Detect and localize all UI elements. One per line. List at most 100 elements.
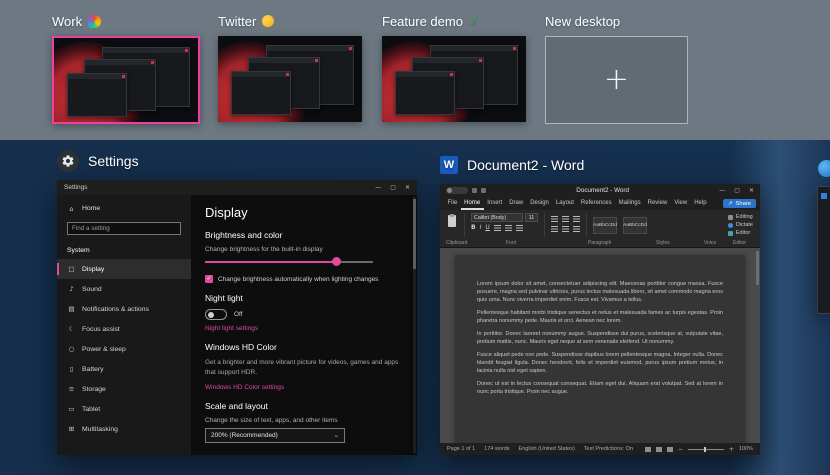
sidebar-item-sound: ♪ Sound <box>57 279 191 299</box>
desktop-twitter[interactable]: Twitter <box>218 10 362 122</box>
scale-heading: Scale and layout <box>205 401 403 411</box>
zoom-level: 100% <box>739 446 753 452</box>
night-light-settings-link: Night light settings <box>205 325 403 332</box>
doc-paragraph: In porttitor. Donec laoreet nonummy augu… <box>477 331 723 347</box>
paragraph-group <box>551 213 580 237</box>
partial-window[interactable] <box>812 160 830 330</box>
paste-icon <box>448 215 456 227</box>
share-icon: ↗ <box>728 201 733 207</box>
toggle-off-icon <box>205 309 227 320</box>
scale-label: Change the size of text, apps, and other… <box>205 417 403 424</box>
scale-dropdown: 200% (Recommended) ⌄ <box>205 428 345 443</box>
word-window-header[interactable]: W Document2 - Word <box>440 154 760 176</box>
sound-icon: ♪ <box>67 285 76 293</box>
display-icon: □ <box>67 265 76 273</box>
ribbon-content: Calibri (Body) 11 B I U <box>440 210 760 239</box>
settings-body: ⌂ Home System □ Display ♪ Sound ▤ <box>57 195 417 455</box>
italic-icon: I <box>480 225 482 231</box>
sidebar-item-label: Tablet <box>82 406 100 413</box>
mini-window <box>231 71 291 115</box>
word-statusbar: Page 1 of 1 174 words English (United St… <box>440 443 760 455</box>
zoom-slider <box>688 449 724 450</box>
home-label: Home <box>82 205 100 212</box>
settings-window-header[interactable]: Settings <box>57 150 417 172</box>
focus-assist-icon: ☾ <box>67 325 76 333</box>
status-predictions: Text Predictions: On <box>584 446 633 452</box>
partial-window-thumbnail[interactable] <box>817 186 830 314</box>
tablet-icon: ▭ <box>67 405 76 413</box>
font-color-icon <box>516 225 523 231</box>
window-controls: — ▢ ✕ <box>719 187 754 194</box>
numbering-icon <box>562 216 569 222</box>
minimize-icon: — <box>719 187 725 194</box>
desktop-twitter-thumbnail[interactable] <box>218 36 362 122</box>
zoom-in-icon: + <box>729 446 734 453</box>
ribbon-divider <box>544 213 545 237</box>
settings-window: Settings Settings — ▢ ✕ ⌂ Home Syste <box>57 150 417 455</box>
night-light-state: Off <box>234 311 243 318</box>
sidebar-section-system: System <box>57 244 191 259</box>
desktop-work-label[interactable]: Work <box>52 10 200 32</box>
desktop-twitter-label[interactable]: Twitter <box>218 10 362 32</box>
word-window-title: Document2 - Word <box>467 157 584 173</box>
word-titlebar: Document2 - Word — ▢ ✕ <box>440 184 760 197</box>
desktop-work[interactable]: Work <box>52 10 200 124</box>
highlight-icon <box>505 225 512 231</box>
tab-review: Review <box>644 197 671 210</box>
tab-insert: Insert <box>484 197 506 210</box>
editor-icon <box>728 231 733 236</box>
doc-paragraph: Pellentesque habitant morbi tristique se… <box>477 310 723 326</box>
window-controls: — ▢ ✕ <box>375 184 410 191</box>
scrollbar-thumb <box>413 199 416 269</box>
mini-window <box>67 73 127 117</box>
mini-window <box>395 71 455 115</box>
editor-label: Editor <box>736 230 750 236</box>
auto-brightness-label: Change brightness automatically when lig… <box>218 276 378 283</box>
group-label-font: Font <box>506 240 516 246</box>
ribbon-right-stack: Editing Dictate Editor <box>728 213 755 237</box>
font-size-box: 11 <box>525 213 538 222</box>
editor-button: Editor <box>728 230 753 236</box>
tab-home: Home <box>461 197 484 210</box>
word-thumbnail[interactable]: Document2 - Word — ▢ ✕ File Home Insert … <box>440 184 760 455</box>
desktop-new[interactable]: New desktop + <box>545 10 688 124</box>
task-view-screen: Work Twitter <box>0 0 830 475</box>
share-button: ↗ Share <box>723 199 756 208</box>
web-layout-icon <box>667 447 673 452</box>
slider-fill <box>205 261 336 263</box>
list-icons-row <box>551 216 580 222</box>
group-label-voice: Voice <box>704 240 716 246</box>
font-name-box: Calibri (Body) <box>471 213 523 222</box>
brightness-heading: Brightness and color <box>205 230 403 240</box>
sidebar-item-multitasking: ⊞ Multitasking <box>57 419 191 439</box>
editing-menu: Editing <box>728 214 753 220</box>
paste-group <box>445 213 458 237</box>
hdr-description: Get a brighter and more vibrant picture … <box>205 358 410 378</box>
tab-mailings: Mailings <box>615 197 644 210</box>
document-canvas: Lorem ipsum dolor sit amet, consectetuer… <box>440 248 760 443</box>
group-label-paragraph: Paragraph <box>588 240 611 246</box>
hdr-heading: Windows HD Color <box>205 342 403 352</box>
desktop-feature-demo-label[interactable]: Feature demo ✓ <box>382 10 526 32</box>
underline-icon: U <box>485 225 489 231</box>
strikethrough-icon <box>494 225 501 231</box>
settings-thumbnail[interactable]: Settings — ▢ ✕ ⌂ Home System □ <box>57 180 417 455</box>
read-mode-icon <box>645 447 651 452</box>
sidebar-item-power-sleep: ○ Power & sleep <box>57 339 191 359</box>
sidebar-item-label: Power & sleep <box>82 346 126 353</box>
sidebar-item-notifications: ▤ Notifications & actions <box>57 299 191 319</box>
desktop-feature-demo-thumbnail[interactable] <box>382 36 526 122</box>
zoom-out-icon: − <box>678 446 683 453</box>
desktop-feature-demo[interactable]: Feature demo ✓ <box>382 10 526 122</box>
desktop-name: New desktop <box>545 14 620 29</box>
multitasking-icon: ⊞ <box>67 425 76 433</box>
desktop-work-thumbnail[interactable] <box>52 36 200 124</box>
editing-label: Editing <box>736 214 753 220</box>
sidebar-item-home: ⌂ Home <box>57 200 191 217</box>
tab-file: File <box>444 197 461 210</box>
new-desktop-button[interactable]: + <box>545 36 688 124</box>
tab-draw: Draw <box>506 197 527 210</box>
brightness-slider <box>205 257 373 266</box>
titlebar-title: Settings <box>64 184 88 191</box>
desktop-wallpaper-art <box>382 36 526 122</box>
